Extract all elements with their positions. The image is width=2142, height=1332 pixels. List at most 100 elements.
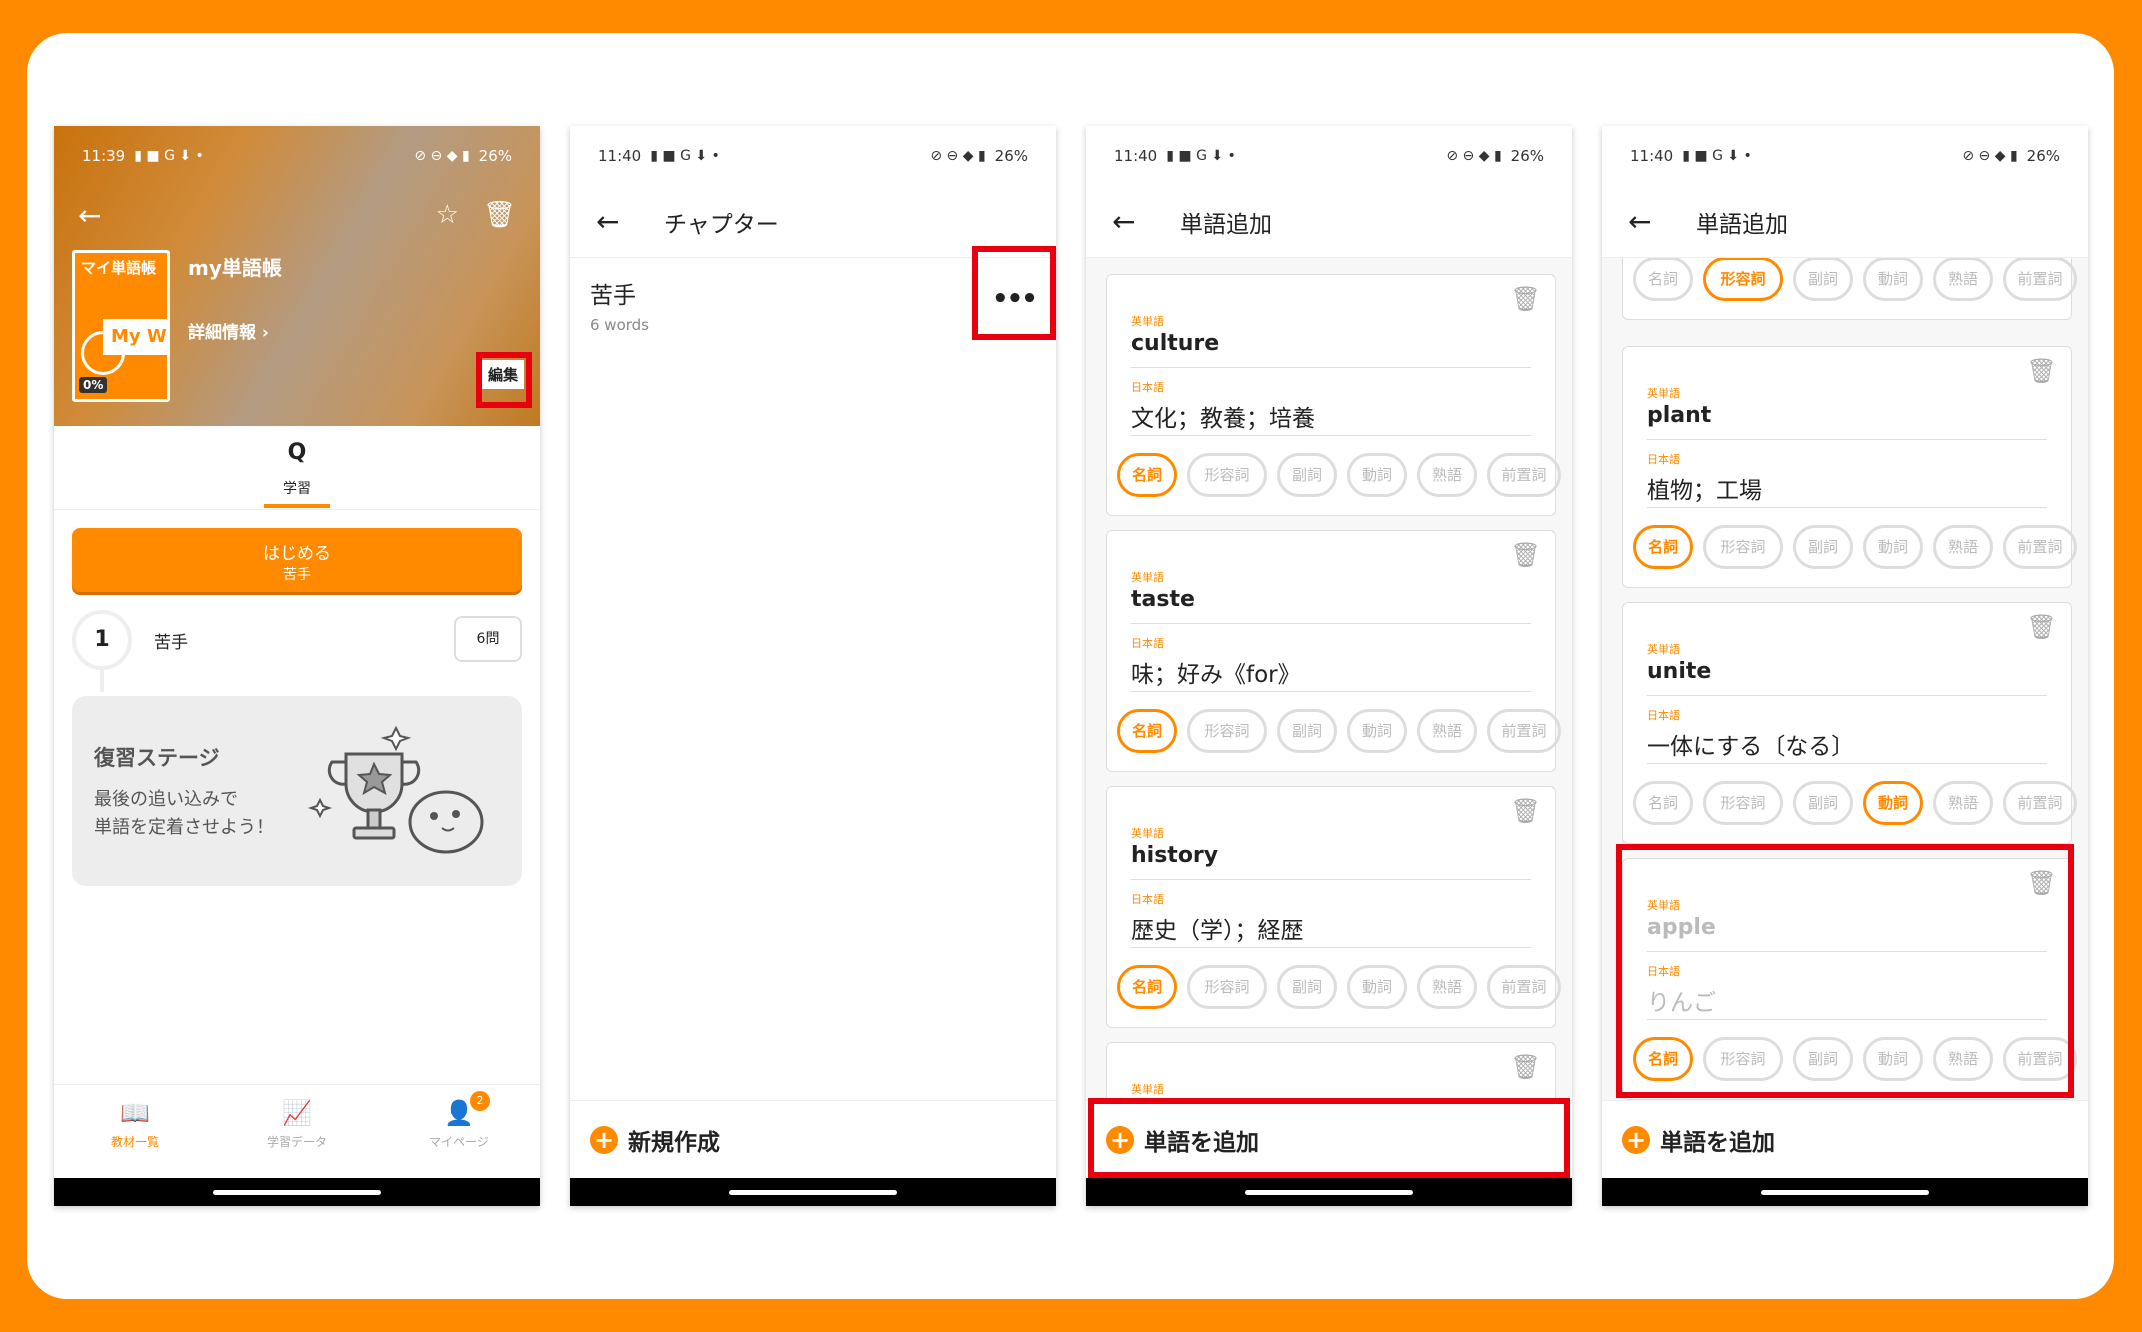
highlight-edit bbox=[476, 352, 532, 408]
pos-chip[interactable]: 熟語 bbox=[1417, 965, 1477, 1009]
star-icon[interactable]: ☆ bbox=[436, 200, 459, 230]
english-word-input[interactable]: taste bbox=[1131, 587, 1195, 612]
add-word-button[interactable]: 単語を追加 bbox=[1660, 1123, 1775, 1157]
divider bbox=[1647, 695, 2047, 696]
tab-study[interactable]: Q 学習 bbox=[54, 426, 540, 510]
back-arrow-icon[interactable]: ← bbox=[1628, 205, 1672, 238]
pos-chip[interactable]: 形容詞 bbox=[1187, 453, 1267, 497]
word-card[interactable]: 🗑 英単語 history 日本語 歴史（学）；経歴 名詞 形容詞 副詞 動詞 熟語 前置詞 bbox=[1106, 786, 1561, 1028]
pos-chip[interactable]: 動詞 bbox=[1863, 781, 1923, 825]
pos-chip[interactable]: 熟語 bbox=[1933, 525, 1993, 569]
english-word-input[interactable]: unite bbox=[1647, 659, 1711, 684]
pos-chip[interactable]: 前置詞 bbox=[1487, 965, 1561, 1009]
back-arrow-icon[interactable]: ← bbox=[1112, 205, 1156, 238]
chapter-word-count: 6 words bbox=[590, 316, 649, 334]
divider bbox=[1647, 507, 2047, 508]
english-label: 英単語 bbox=[1131, 1083, 1164, 1096]
status-icons-right: ⊘ ⊖ ◆ ▮ bbox=[1446, 148, 1502, 164]
status-bar: 11:39 ▮ ■ G ⬇ • ⊘ ⊖ ◆ ▮ 26% bbox=[54, 126, 540, 186]
delete-icon[interactable]: 🗑 bbox=[1511, 285, 1541, 313]
pos-chip[interactable]: 副詞 bbox=[1793, 258, 1853, 301]
review-stage-card[interactable]: 復習ステージ 最後の追い込みで 単語を定着させよう！ bbox=[72, 696, 522, 886]
word-card[interactable]: 🗑 英単語 taste 日本語 味；好み《for》 名詞 形容詞 副詞 動詞 熟語 前置詞 bbox=[1106, 530, 1561, 772]
pos-chip[interactable]: 名詞 bbox=[1117, 453, 1177, 497]
app-bar: ← 単語追加 bbox=[1086, 186, 1572, 258]
start-button[interactable]: はじめる 苦手 bbox=[72, 528, 522, 592]
word-card[interactable]: 🗑英単語child日本語名詞形容詞副詞動詞熟語前置詞 bbox=[1106, 1042, 1556, 1100]
delete-icon[interactable]: 🗑 bbox=[1511, 541, 1541, 569]
pos-chip[interactable]: 動詞 bbox=[1863, 525, 1923, 569]
status-time: 11:40 bbox=[1114, 147, 1158, 165]
status-time: 11:40 bbox=[1630, 147, 1674, 165]
delete-icon[interactable]: 🗑 bbox=[1511, 797, 1541, 825]
pos-chip[interactable]: 前置詞 bbox=[1487, 453, 1561, 497]
japanese-meaning-input[interactable]: 味；好み《for》 bbox=[1131, 655, 1301, 689]
cover-label: マイ単語帳 bbox=[81, 259, 157, 277]
delete-icon[interactable]: 🗑 bbox=[2027, 613, 2057, 641]
pos-chip[interactable]: 名詞 bbox=[1633, 781, 1693, 825]
bottom-navigation: 📖 教材一覧 📈 学習データ 👤 2 マイページ bbox=[54, 1084, 540, 1178]
pos-chip[interactable]: 動詞 bbox=[1347, 709, 1407, 753]
back-arrow-icon[interactable]: ← bbox=[596, 205, 640, 238]
home-indicator[interactable] bbox=[729, 1190, 897, 1195]
pos-chip[interactable]: 形容詞 bbox=[1187, 965, 1267, 1009]
pos-chip[interactable]: 熟語 bbox=[1933, 781, 1993, 825]
back-arrow-icon[interactable]: ← bbox=[78, 199, 101, 232]
pos-chip[interactable]: 名詞 bbox=[1117, 965, 1177, 1009]
japanese-label: 日本語 bbox=[1131, 381, 1164, 394]
plus-icon[interactable]: + bbox=[1622, 1125, 1650, 1154]
nav-materials[interactable]: 📖 教材一覧 bbox=[54, 1085, 216, 1178]
pos-chip[interactable]: 前置詞 bbox=[2003, 525, 2077, 569]
pos-chip[interactable]: 形容詞 bbox=[1703, 258, 1783, 301]
pos-chip[interactable]: 動詞 bbox=[1347, 965, 1407, 1009]
chapter-row[interactable]: 1 苦手 6問 bbox=[72, 610, 522, 692]
pos-chip[interactable]: 前置詞 bbox=[2003, 258, 2077, 301]
word-card[interactable]: 🗑英単語日本語名詞形容詞副詞動詞熟語前置詞 bbox=[1622, 258, 2077, 320]
home-indicator[interactable] bbox=[1761, 1190, 1929, 1195]
pos-chip[interactable]: 名詞 bbox=[1117, 709, 1177, 753]
plus-icon[interactable]: + bbox=[590, 1125, 618, 1154]
pos-chip[interactable]: 副詞 bbox=[1793, 525, 1853, 569]
pos-chip[interactable]: 名詞 bbox=[1633, 258, 1693, 301]
pos-chip[interactable]: 名詞 bbox=[1633, 525, 1693, 569]
detail-link[interactable]: 詳細情報 › bbox=[188, 318, 269, 343]
pos-chip[interactable]: 熟語 bbox=[1417, 709, 1477, 753]
status-icons-left: ▮ ■ G ⬇ • bbox=[134, 148, 204, 164]
word-card[interactable]: 🗑 英単語 unite 日本語 一体にする〔なる〕 名詞 形容詞 副詞 動詞 熟語 前置詞 bbox=[1622, 602, 2077, 844]
english-word-input[interactable]: culture bbox=[1131, 331, 1219, 356]
word-card[interactable]: 🗑 英単語 culture 日本語 文化；教養；培養 名詞 形容詞 副詞 動詞 熟語 前置詞 bbox=[1106, 274, 1561, 516]
pos-chip[interactable]: 副詞 bbox=[1277, 965, 1337, 1009]
delete-icon[interactable]: 🗑 bbox=[2027, 357, 2057, 385]
japanese-meaning-input[interactable]: 歴史（学）；経歴 bbox=[1131, 911, 1304, 945]
japanese-meaning-input[interactable]: 文化；教養；培養 bbox=[1131, 399, 1315, 433]
new-create-button[interactable]: 新規作成 bbox=[628, 1123, 720, 1157]
system-nav-bar bbox=[1602, 1178, 2088, 1206]
pos-chip[interactable]: 副詞 bbox=[1277, 453, 1337, 497]
pos-chip[interactable]: 動詞 bbox=[1863, 258, 1923, 301]
nav-mypage[interactable]: 👤 2 マイページ bbox=[378, 1085, 540, 1178]
pos-chip[interactable]: 形容詞 bbox=[1703, 781, 1783, 825]
pos-chip[interactable]: 副詞 bbox=[1277, 709, 1337, 753]
pos-chip[interactable]: 熟語 bbox=[1933, 258, 1993, 301]
english-word-input[interactable]: plant bbox=[1647, 403, 1711, 428]
pos-chip[interactable]: 副詞 bbox=[1793, 781, 1853, 825]
japanese-meaning-input[interactable]: 一体にする〔なる〕 bbox=[1647, 727, 1854, 761]
english-word-input[interactable]: history bbox=[1131, 843, 1218, 868]
pos-chip[interactable]: 前置詞 bbox=[2003, 781, 2077, 825]
battery-level: 26% bbox=[994, 147, 1028, 165]
pos-chip[interactable]: 前置詞 bbox=[1487, 709, 1561, 753]
home-indicator[interactable] bbox=[213, 1190, 381, 1195]
pos-chip[interactable]: 熟語 bbox=[1417, 453, 1477, 497]
trash-icon[interactable]: 🗑 bbox=[483, 200, 516, 230]
word-card-list[interactable]: 🗑 英単語 culture 日本語 文化；教養；培養 名詞 形容詞 副詞 動詞 熟語 前置詞 🗑 英単語… bbox=[1086, 258, 1572, 1100]
nav-study-data[interactable]: 📈 学習データ bbox=[216, 1085, 378, 1178]
pos-chip[interactable]: 形容詞 bbox=[1187, 709, 1267, 753]
home-indicator[interactable] bbox=[1245, 1190, 1413, 1195]
japanese-meaning-input[interactable]: 植物；工場 bbox=[1647, 471, 1762, 505]
chapter-item[interactable]: 苦手 6 words bbox=[590, 276, 649, 334]
delete-icon[interactable]: 🗑 bbox=[1511, 1053, 1541, 1081]
word-card[interactable]: 🗑 英単語 plant 日本語 植物；工場 名詞 形容詞 副詞 動詞 熟語 前置詞 bbox=[1622, 346, 2077, 588]
battery-level: 26% bbox=[2026, 147, 2060, 165]
pos-chip[interactable]: 形容詞 bbox=[1703, 525, 1783, 569]
pos-chip[interactable]: 動詞 bbox=[1347, 453, 1407, 497]
